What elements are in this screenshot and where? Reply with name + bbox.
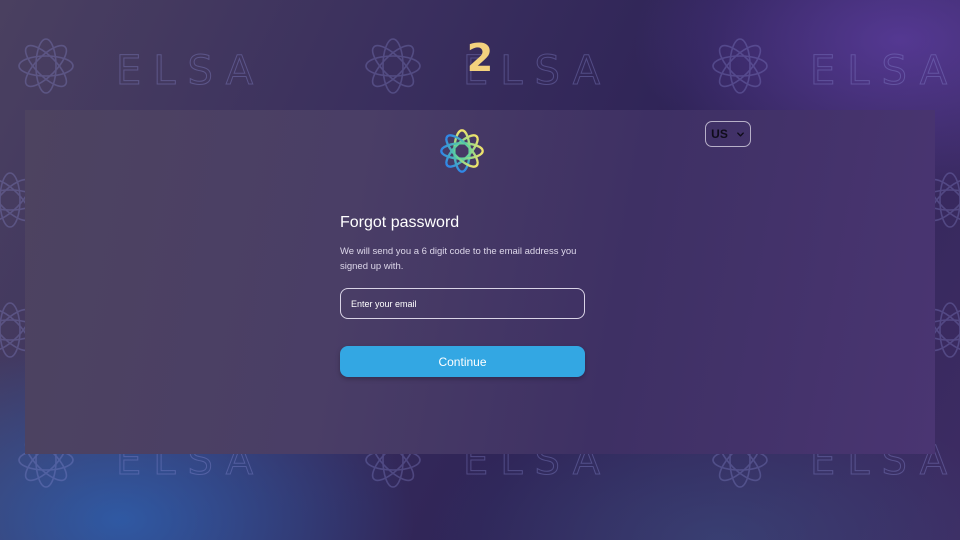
chevron-down-icon [736,131,744,137]
form-description: We will send you a 6 digit code to the e… [340,246,577,272]
step-number: 2 [466,36,494,80]
continue-button[interactable]: Continue [340,346,585,377]
forgot-password-panel: US Forgot password We will send you a 6 … [25,110,935,454]
elsa-star-logo-icon [440,129,484,173]
locale-label: US [711,127,728,141]
page-title: Forgot password [340,214,460,231]
locale-selector[interactable]: US [705,121,751,147]
email-field[interactable] [340,288,585,319]
